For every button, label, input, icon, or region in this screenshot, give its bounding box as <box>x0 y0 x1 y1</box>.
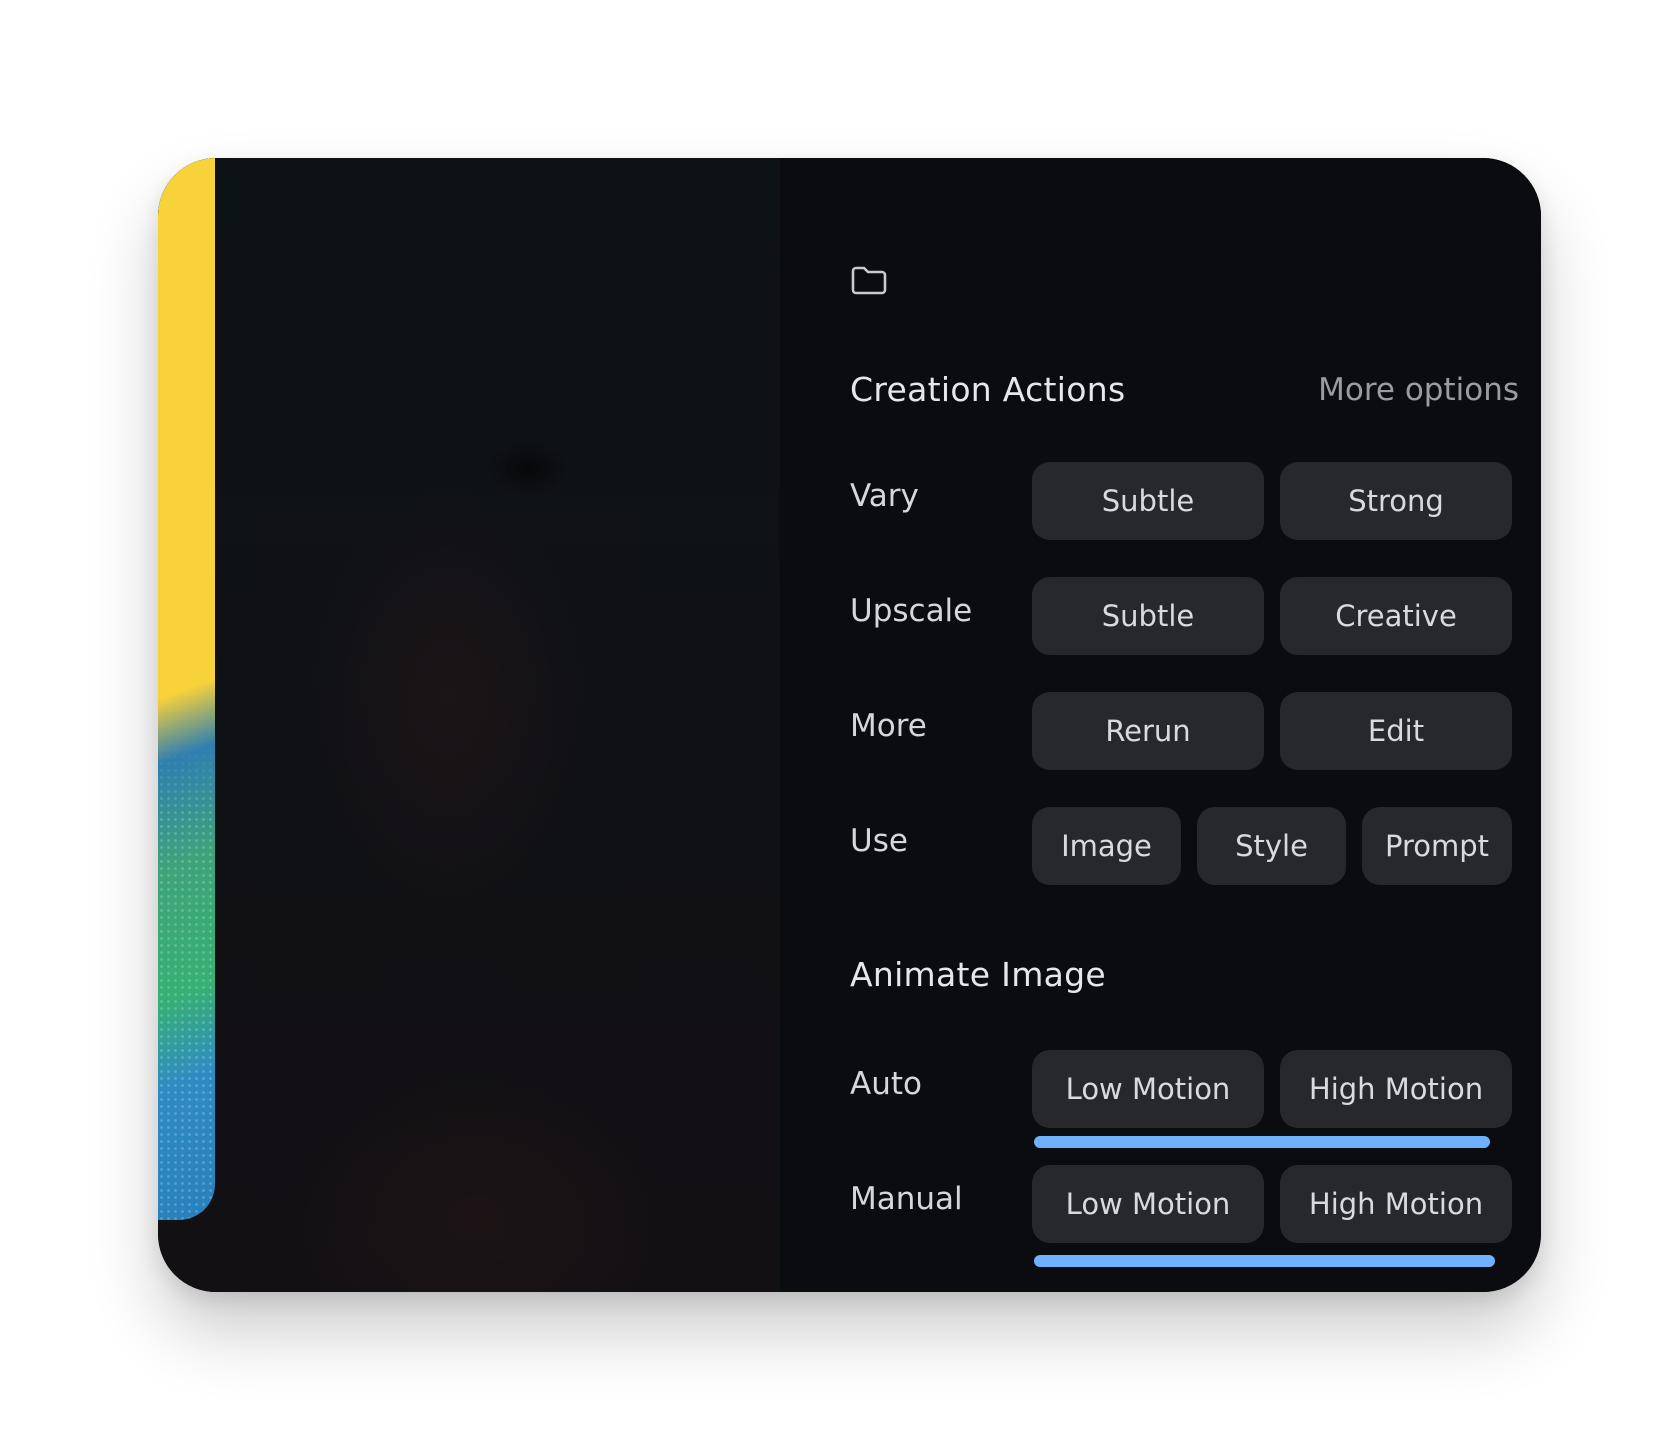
use-prompt-button[interactable]: Prompt <box>1362 807 1512 885</box>
section-title-animate-image: Animate Image <box>850 955 1107 994</box>
row-label-vary: Vary <box>850 478 919 514</box>
actions-panel: Creation Actions More options Vary Subtl… <box>780 158 1541 1292</box>
manual-high-motion-button[interactable]: High Motion <box>1280 1165 1512 1243</box>
edit-button[interactable]: Edit <box>1280 692 1512 770</box>
row-label-manual: Manual <box>850 1181 963 1217</box>
section-title-creation-actions: Creation Actions <box>850 370 1126 409</box>
auto-low-motion-button[interactable]: Low Motion <box>1032 1050 1264 1128</box>
auto-progress-bar <box>1034 1136 1490 1148</box>
image-preview[interactable] <box>158 158 778 1292</box>
row-label-upscale: Upscale <box>850 593 973 629</box>
more-options-link[interactable]: More options <box>1318 372 1519 408</box>
vary-subtle-button[interactable]: Subtle <box>1032 462 1264 540</box>
use-image-button[interactable]: Image <box>1032 807 1181 885</box>
row-label-more: More <box>850 708 927 744</box>
auto-high-motion-button[interactable]: High Motion <box>1280 1050 1512 1128</box>
app-window: Creation Actions More options Vary Subtl… <box>158 158 1541 1292</box>
folder-icon[interactable] <box>850 264 888 296</box>
use-style-button[interactable]: Style <box>1197 807 1346 885</box>
vary-strong-button[interactable]: Strong <box>1280 462 1512 540</box>
rerun-button[interactable]: Rerun <box>1032 692 1264 770</box>
manual-progress-bar <box>1034 1255 1495 1267</box>
manual-low-motion-button[interactable]: Low Motion <box>1032 1165 1264 1243</box>
row-label-use: Use <box>850 823 908 859</box>
row-label-auto: Auto <box>850 1066 922 1102</box>
upscale-creative-button[interactable]: Creative <box>1280 577 1512 655</box>
upscale-subtle-button[interactable]: Subtle <box>1032 577 1264 655</box>
thumbnail-strip[interactable] <box>158 158 215 1220</box>
